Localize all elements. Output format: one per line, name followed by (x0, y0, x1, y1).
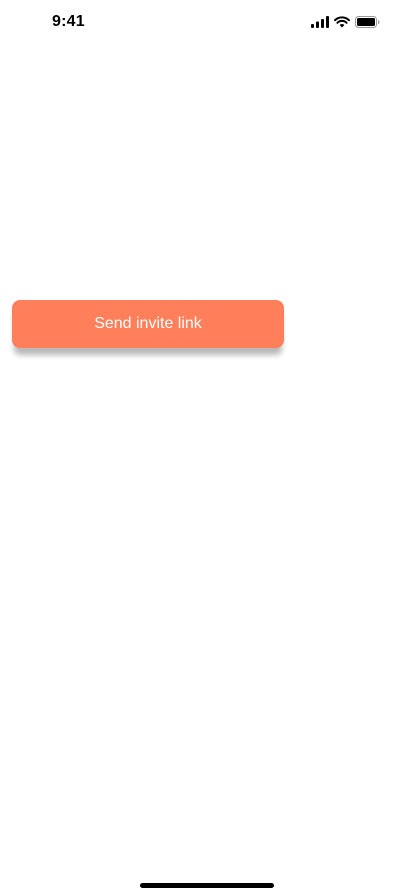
home-indicator (140, 883, 274, 888)
status-time: 9:41 (52, 13, 85, 30)
send-invite-link-label: Send invite link (94, 315, 202, 332)
status-bar: 9:41 (0, 0, 414, 44)
send-invite-link-button[interactable]: Send invite link (12, 300, 284, 348)
battery-icon (355, 16, 380, 28)
signal-icon (311, 16, 329, 28)
status-icons (311, 15, 380, 29)
wifi-icon (334, 16, 350, 28)
